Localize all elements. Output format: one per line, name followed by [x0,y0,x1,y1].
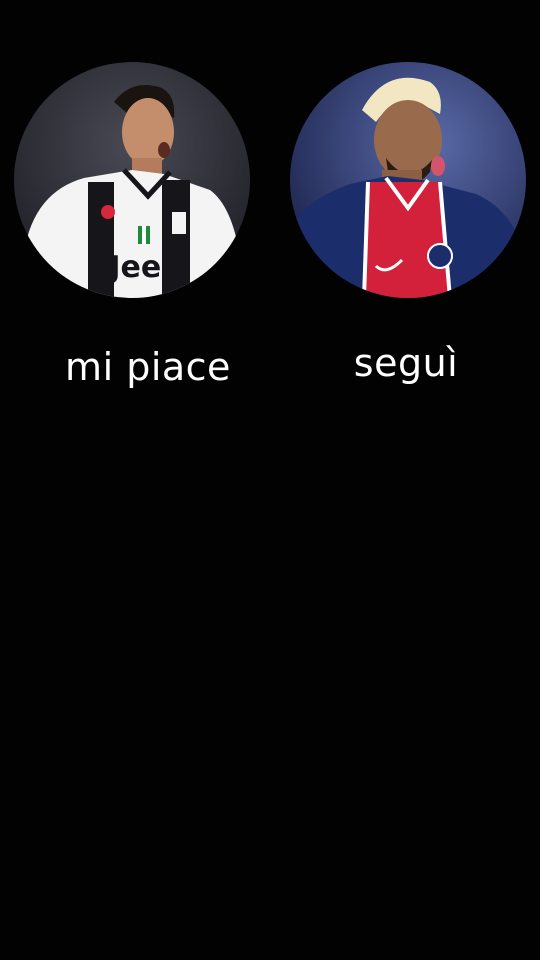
caption-left: mi piace [65,345,231,389]
player-avatar-left[interactable]: Jeep [14,62,250,298]
player-avatar-right[interactable] [290,62,526,298]
player-photo-left: Jeep [14,62,250,298]
jersey-sponsor-text: Jeep [107,250,182,285]
screen: Jeep mi piace seguì [0,0,540,960]
caption-right: seguì [353,341,459,385]
player-photo-right [290,62,526,298]
